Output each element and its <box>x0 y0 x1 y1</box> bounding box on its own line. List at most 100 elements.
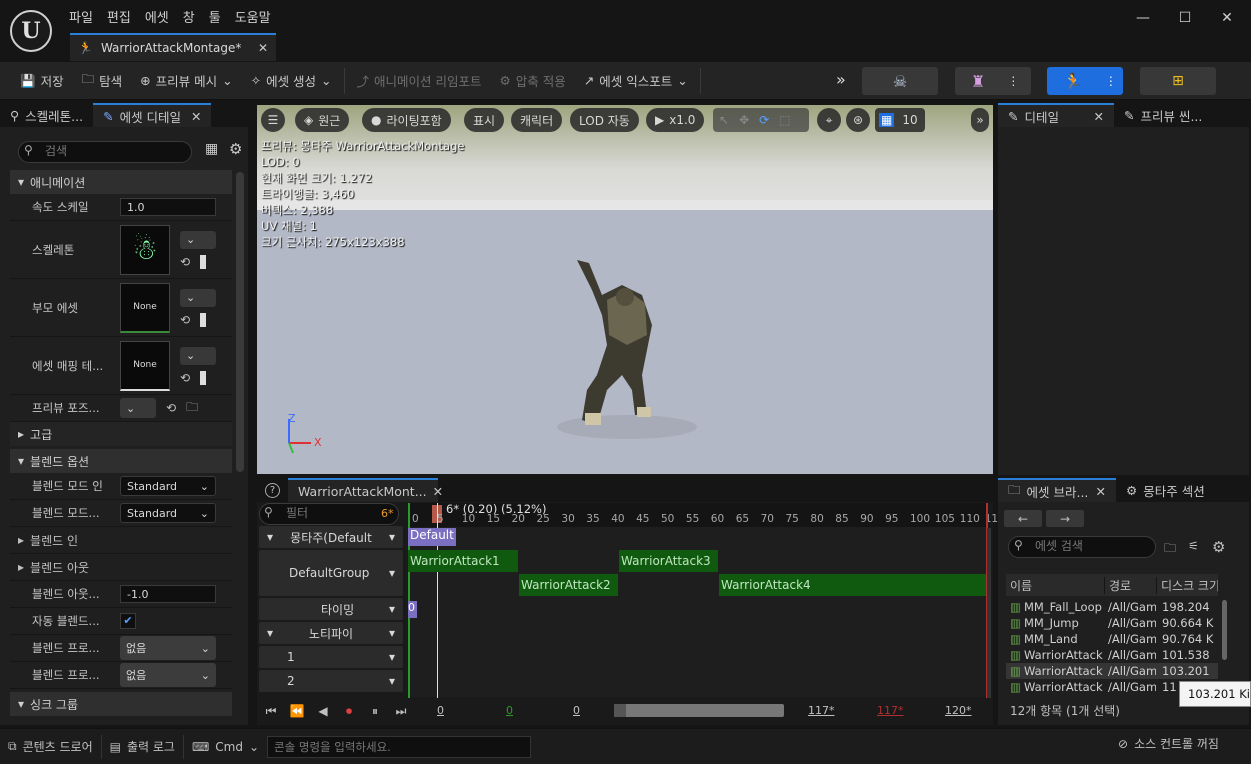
parent-asset-combo[interactable]: ⌄ <box>180 288 216 307</box>
lod-button[interactable]: LOD 자동 <box>570 108 639 132</box>
more-options-icon[interactable]: ⋮ <box>1105 74 1117 88</box>
forward-arrow-icon[interactable]: → <box>1046 510 1084 527</box>
tab-preview-scene[interactable]: ✎ 프리뷰 씬... <box>1114 103 1212 127</box>
timing-marker[interactable]: 0 <box>408 601 417 618</box>
menu-asset[interactable]: 에셋 <box>138 7 176 26</box>
column-name-header[interactable]: 이름 <box>1006 577 1104 594</box>
asset-mapping-thumbnail[interactable]: None <box>120 340 170 391</box>
details-scrollbar[interactable] <box>236 172 244 472</box>
warrior-character[interactable] <box>547 255 707 445</box>
browse-asset-icon[interactable] <box>200 254 207 269</box>
category-advanced[interactable]: ▸ 고급 <box>10 422 232 446</box>
notify-track-2[interactable]: 2 ▾ <box>259 670 403 692</box>
notifies-track[interactable]: ▾ 노티파이 ▾ <box>259 622 403 644</box>
track-filter-input[interactable]: 필터 <box>259 503 399 525</box>
out-time-value[interactable]: 117* <box>877 704 904 717</box>
asset-list-item[interactable]: ▥MM_Jump/All/Game 90.664 K <box>1006 615 1218 631</box>
column-size-header[interactable]: 디스크 크기 <box>1156 576 1218 594</box>
pause-icon[interactable]: ⏸ <box>362 704 388 719</box>
rate-scale-input[interactable]: 1.0 <box>120 198 216 216</box>
skip-to-start-icon[interactable]: ⏮ <box>258 704 284 719</box>
animation-mode-button[interactable]: 🏃 ⋮ <box>1047 67 1123 95</box>
preview-pose-combo[interactable]: ⌄ <box>120 398 156 418</box>
segment-warrior-attack-1[interactable]: WarriorAttack1 <box>408 550 518 572</box>
save-button[interactable]: 💾 저장 <box>14 68 70 94</box>
category-sync-group[interactable]: ▾ 싱크 그룹 <box>10 692 232 716</box>
playback-range-scrollbar[interactable] <box>614 704 784 717</box>
browse-asset-icon[interactable] <box>200 312 207 327</box>
record-icon[interactable]: ⏺ <box>336 704 362 719</box>
asset-list-item[interactable]: ▥WarriorAttack/All/Game 101.538 <box>1006 647 1218 663</box>
auto-blend-checkbox[interactable]: ✔ <box>120 613 136 629</box>
help-icon[interactable]: ? <box>265 482 280 498</box>
playback-speed-button[interactable]: ▶ x1.0 <box>646 108 705 132</box>
menu-window[interactable]: 창 <box>176 7 202 26</box>
segment-warrior-attack-2[interactable]: WarriorAttack2 <box>519 574 618 596</box>
in-time-value[interactable]: 0 <box>506 704 513 717</box>
parent-asset-thumbnail[interactable]: None <box>120 282 170 333</box>
category-animation[interactable]: ▾ 애니메이션 <box>10 170 232 194</box>
document-tab[interactable]: 🏃 WarriorAttackMontage* ✕ <box>70 33 276 61</box>
skeleton-mode-button[interactable]: ☠ <box>862 67 938 95</box>
close-tab-icon[interactable]: ✕ <box>191 109 201 124</box>
segment-warrior-attack-4[interactable]: WarriorAttack4 <box>719 574 986 596</box>
segment-warrior-attack-3[interactable]: WarriorAttack3 <box>619 550 718 572</box>
console-input[interactable]: 콘솔 명령을 입력하세요. <box>267 735 532 758</box>
blend-profile-in-select[interactable]: 없음 ⌄ <box>120 636 216 660</box>
tab-montage-sections[interactable]: ⚙ 몽타주 섹션 <box>1116 478 1215 502</box>
asset-list-item[interactable]: ▥MM_Land/All/Game 90.764 K <box>1006 631 1218 647</box>
blend-mode-out-select[interactable]: Standard ⌄ <box>120 503 216 523</box>
settings-gear-icon[interactable]: ⚙ <box>229 140 242 158</box>
use-selected-icon[interactable]: ⟲ <box>180 371 190 385</box>
scroll-left-handle[interactable] <box>614 704 626 717</box>
preview-mesh-button[interactable]: ⊕ 프리뷰 메시 ⌄ <box>134 68 238 94</box>
folder-filter-icon[interactable]: 🗀 <box>1164 539 1176 560</box>
tab-asset-details[interactable]: ✎ 에셋 디테일 ✕ <box>93 103 212 127</box>
table-view-icon[interactable]: ▦ <box>205 141 218 157</box>
start-time-value[interactable]: 0 <box>437 704 444 717</box>
tab-montage[interactable]: WarriorAttackMont... ✕ <box>288 478 443 502</box>
close-tab-icon[interactable]: ✕ <box>258 41 268 55</box>
settings-gear-icon[interactable]: ⚙ <box>1212 538 1225 556</box>
unreal-logo[interactable]: U <box>10 10 52 52</box>
menu-help[interactable]: 도움말 <box>228 7 278 26</box>
default-group-track[interactable]: DefaultGroup ▾ <box>259 550 403 596</box>
end-time-value[interactable]: 117* <box>808 704 835 717</box>
close-tab-icon[interactable]: ✕ <box>433 484 443 499</box>
current-time-value[interactable]: 0 <box>573 704 580 717</box>
camera-follow-icon[interactable]: ⌖ <box>817 108 841 132</box>
play-reverse-icon[interactable]: ◀ <box>310 704 336 718</box>
step-back-icon[interactable]: ⏪ <box>284 704 310 718</box>
more-options-icon[interactable]: ⋮ <box>1007 74 1019 88</box>
browse-button[interactable]: 🗀 탐색 <box>76 68 129 94</box>
mesh-mode-button[interactable]: ♜ ⋮ <box>955 67 1031 95</box>
blend-profile-out-select[interactable]: 없음 ⌄ <box>120 663 216 687</box>
scale-icon[interactable]: ⬚ <box>779 113 790 127</box>
browse-asset-icon[interactable] <box>200 370 207 385</box>
apply-compression-button[interactable]: ⚙ 압축 적용 <box>494 68 572 94</box>
export-asset-button[interactable]: ↗ 에셋 익스포트 ⌄ <box>578 68 694 94</box>
tab-asset-browser[interactable]: 🗀 에셋 브라... ✕ <box>998 478 1116 502</box>
category-blend-options[interactable]: ▾ 블렌드 옵션 <box>10 449 232 473</box>
notify-track-1[interactable]: 1 ▾ <box>259 646 403 668</box>
back-arrow-icon[interactable]: ← <box>1004 510 1042 527</box>
cmd-button[interactable]: ⌨ Cmd ⌄ <box>184 735 267 759</box>
expand-chevron-icon[interactable]: » <box>971 108 989 132</box>
minimize-icon[interactable]: — <box>1128 10 1158 30</box>
montage-slot-track[interactable]: ▾ 몽타주(Default ▾ <box>259 526 403 548</box>
local-world-icon[interactable]: ⊛ <box>846 108 870 132</box>
use-selected-icon[interactable]: ⟲ <box>180 313 190 327</box>
reimport-button[interactable]: ⤴ 애니메이션 리임포트 <box>351 68 488 94</box>
blend-mode-in-select[interactable]: Standard ⌄ <box>120 476 216 496</box>
category-blend-out[interactable]: ▸ 블렌드 아웃 <box>10 554 232 581</box>
content-drawer-button[interactable]: ⧉ 콘텐츠 드로어 <box>0 735 101 759</box>
column-path-header[interactable]: 경로 <box>1104 576 1156 594</box>
lighting-button[interactable]: ● 라이팅포함 <box>362 108 451 132</box>
tab-details[interactable]: ✎ 디테일 ✕ <box>998 103 1114 127</box>
preview-viewport[interactable]: ☰ ◈ 원근 ● 라이팅포함 표시 캐릭터 LOD 자동 ▶ x1.0 ↖ ✥ ⟳ ⬚… <box>257 105 993 474</box>
use-selected-icon[interactable]: ⟲ <box>166 401 176 415</box>
character-button[interactable]: 캐릭터 <box>511 108 563 132</box>
maximize-icon[interactable]: ☐ <box>1170 10 1200 30</box>
viewport-menu-icon[interactable]: ☰ <box>261 108 285 132</box>
blueprint-mode-button[interactable]: ⊞ <box>1140 67 1216 95</box>
